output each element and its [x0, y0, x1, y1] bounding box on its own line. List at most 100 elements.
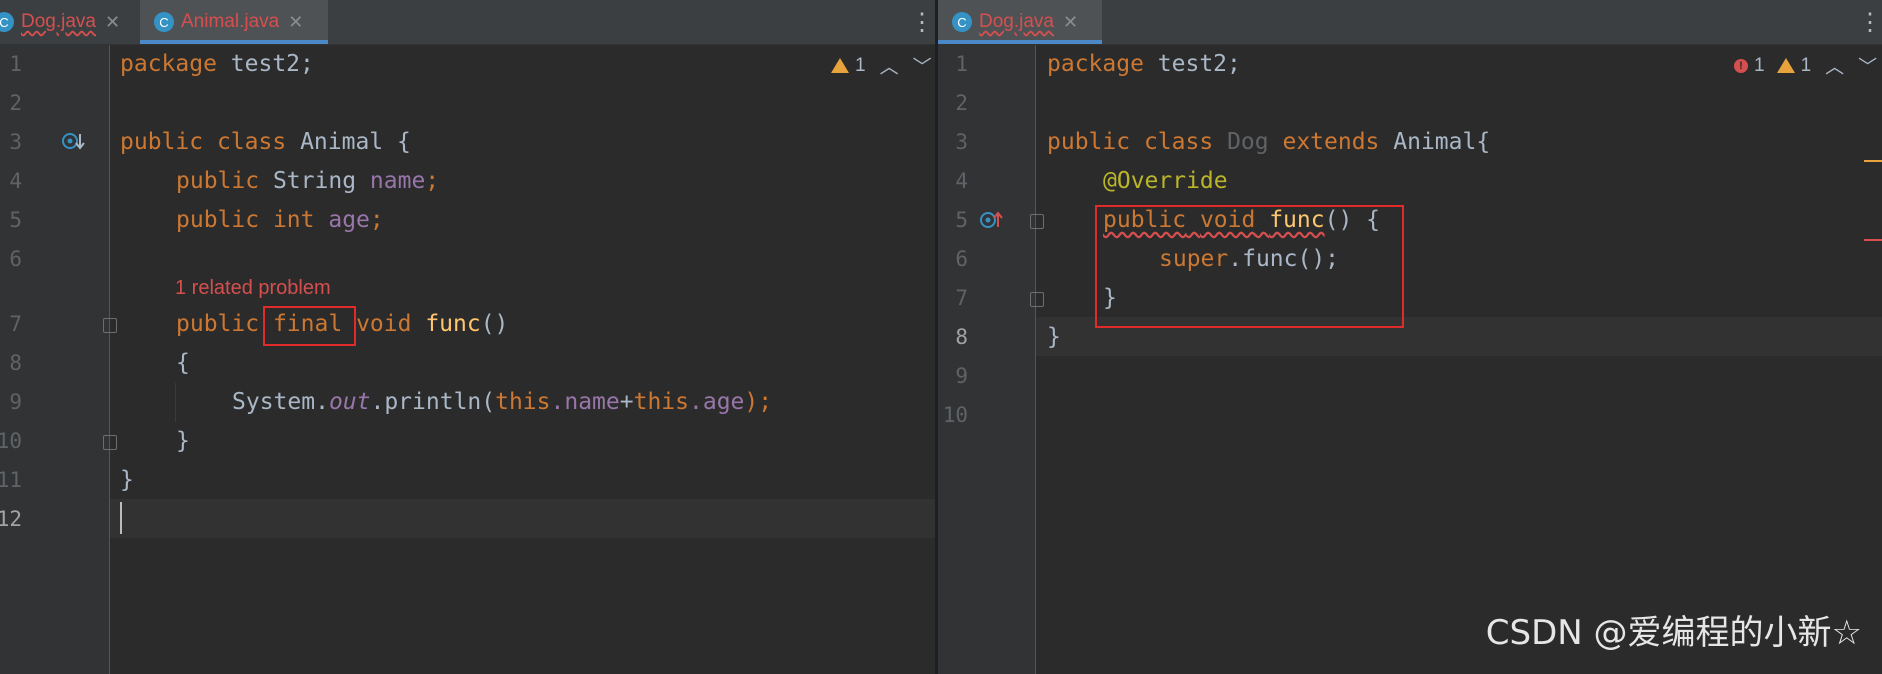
keyword: this: [495, 389, 551, 415]
chevron-down-icon[interactable]: ﹀: [913, 52, 932, 79]
tab-menu-icon[interactable]: ⋮: [910, 8, 934, 37]
tab-dog-java-left[interactable]: C Dog.java ✕: [0, 0, 139, 44]
code-line-3[interactable]: public class Animal {: [120, 123, 411, 162]
line-number: 5: [955, 208, 968, 232]
field-name: name: [369, 168, 426, 194]
overriding-method-icon[interactable]: [980, 210, 1004, 230]
watermark: CSDN @爱编程的小新☆: [1485, 613, 1862, 653]
line-number: 8: [9, 351, 22, 375]
keyword: public: [176, 168, 260, 194]
indent-guide: [175, 383, 176, 422]
chevron-up-icon[interactable]: ︿: [1825, 52, 1844, 79]
field-name: .name: [550, 389, 620, 415]
line-number: 7: [9, 312, 22, 336]
fold-marker-icon[interactable]: [1030, 292, 1044, 307]
close-icon[interactable]: ✕: [105, 12, 120, 33]
code-line-5[interactable]: public int age;: [176, 201, 384, 240]
error-icon: !: [1734, 58, 1748, 73]
code-text: {: [1476, 129, 1491, 155]
code-line-11[interactable]: }: [120, 461, 134, 500]
fold-marker-icon[interactable]: [1030, 214, 1044, 229]
code-text: }: [120, 467, 134, 493]
class-name: Animal: [1393, 129, 1477, 155]
code-text: +: [619, 389, 634, 415]
keyword: package: [1047, 51, 1144, 77]
line-number: 1: [9, 52, 22, 76]
related-problem-hint[interactable]: 1 related problem: [175, 277, 331, 300]
left-editor-pane: C Dog.java ✕ C Animal.java ✕ ⋮ 1 2 3 4 5…: [0, 0, 935, 674]
line-number: 9: [9, 390, 22, 414]
fold-marker-icon[interactable]: [103, 435, 117, 450]
code-line-1[interactable]: package test2;: [120, 45, 314, 84]
field-name: age: [328, 207, 370, 233]
inspection-widget[interactable]: 1 ︿ ﹀: [831, 52, 932, 79]
highlight-box-override: [1095, 205, 1404, 328]
code-text: test2;: [1143, 51, 1241, 77]
code-line-4[interactable]: public String name;: [176, 162, 439, 201]
warning-count: 1: [855, 54, 866, 76]
fold-marker-icon[interactable]: [103, 318, 117, 333]
tab-label: Dog.java: [979, 11, 1054, 32]
chevron-down-icon[interactable]: ﹀: [1858, 52, 1877, 79]
tab-menu-icon[interactable]: ⋮: [1858, 8, 1882, 37]
class-name: Dog: [1227, 129, 1269, 155]
line-number: 2: [9, 91, 22, 115]
implemented-method-icon[interactable]: [62, 132, 86, 152]
code-text: ;: [425, 168, 440, 194]
warning-stripe[interactable]: [1864, 160, 1882, 162]
line-number: 5: [9, 208, 22, 232]
code-text: System.: [232, 389, 329, 415]
annotation: @Override: [1103, 168, 1228, 194]
line-number: 10: [0, 429, 22, 453]
keyword: class: [1143, 129, 1214, 155]
code-line-4[interactable]: @Override: [1103, 162, 1228, 201]
error-stripe[interactable]: [1864, 239, 1882, 241]
field-name: .age: [689, 389, 745, 415]
keyword: public: [1047, 129, 1131, 155]
right-tab-bar: C Dog.java ✕ ⋮: [938, 0, 1882, 45]
keyword: int: [272, 207, 315, 233]
method-name: func: [425, 311, 481, 337]
tab-label: Animal.java: [181, 11, 280, 32]
keyword: public: [120, 129, 204, 155]
warning-icon: [1776, 58, 1795, 73]
keyword: this: [633, 389, 689, 415]
tab-animal-java[interactable]: C Animal.java ✕: [140, 0, 328, 44]
code-text: );: [744, 389, 773, 415]
close-icon[interactable]: ✕: [288, 12, 303, 33]
code-line-8[interactable]: {: [176, 344, 190, 383]
code-line-8[interactable]: }: [1047, 318, 1061, 357]
right-editor-pane: C Dog.java ✕ ⋮ 1 2 3 4 5 6 7 8 9 10 pack…: [938, 0, 1882, 674]
line-number: 9: [955, 364, 968, 388]
chevron-up-icon[interactable]: ︿: [880, 52, 899, 79]
keyword: public: [176, 311, 260, 337]
line-number: 3: [955, 130, 968, 154]
inspection-widget[interactable]: ! 1 1 ︿ ﹀: [1734, 52, 1877, 79]
class-icon: C: [952, 12, 972, 32]
line-number: 11: [0, 468, 22, 492]
code-text: {: [397, 129, 411, 155]
code-line-1[interactable]: package test2;: [1047, 45, 1241, 84]
class-icon: C: [154, 12, 174, 32]
code-text: }: [1047, 324, 1061, 350]
code-text: {: [176, 350, 190, 376]
static-field: out: [328, 389, 371, 415]
line-number: 4: [9, 169, 22, 193]
line-number: 8: [955, 325, 968, 349]
tab-dog-java-right[interactable]: C Dog.java ✕: [938, 0, 1102, 44]
error-count: 1: [1754, 54, 1765, 76]
code-line-3[interactable]: public class Dog extends Animal{: [1047, 123, 1490, 162]
code-line-10[interactable]: }: [176, 422, 190, 461]
line-number: 12: [0, 507, 22, 531]
current-line-highlight: [110, 499, 935, 538]
line-number: 6: [955, 247, 968, 271]
line-number: 2: [955, 91, 968, 115]
line-number: 6: [9, 247, 22, 271]
line-number: 10: [942, 403, 968, 427]
keyword: void: [356, 311, 412, 337]
text-caret: [120, 502, 122, 534]
keyword: class: [216, 129, 287, 155]
close-icon[interactable]: ✕: [1063, 12, 1078, 33]
tab-label: Dog.java: [21, 11, 96, 32]
code-line-9[interactable]: System.out.println(this.name+this.age);: [232, 383, 772, 422]
